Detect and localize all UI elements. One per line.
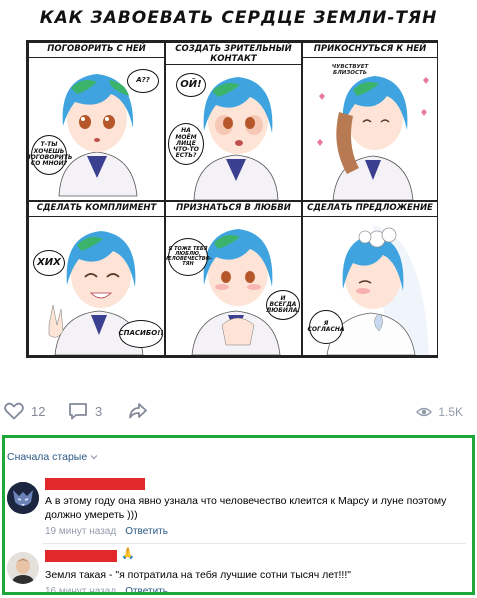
panel-talk: ПОГОВОРИТЬ С НЕЙ А?? Т-ТЫ ХОЧЕШЬ ПОГОВОР… xyxy=(28,42,165,201)
author-name-redacted[interactable] xyxy=(45,550,117,562)
panel-label: СОЗДАТЬ ЗРИТЕЛЬНЫЙ КОНТАКТ xyxy=(166,43,301,65)
comment-time[interactable]: 16 минут назад xyxy=(45,586,116,592)
sort-label: Сначала старые xyxy=(7,451,88,463)
post-actions-bar: 12 3 1.5K xyxy=(0,395,477,431)
speech-bubble: Я ТОЖЕ ТЕБЯ ЛЮБЛЮ, ЧЕЛОВЕЧЕСТВО-ТЯН xyxy=(166,238,212,276)
reply-button[interactable]: Ответить xyxy=(125,586,168,592)
panel-eye-contact: СОЗДАТЬ ЗРИТЕЛЬНЫЙ КОНТАКТ ОЙ! НА МОЁМ Л… xyxy=(165,42,302,201)
comment-bubble-icon xyxy=(69,403,87,420)
comment-text: Земля такая - "я потратила на тебя лучши… xyxy=(45,569,351,581)
praying-hands-emoji-icon: 🙏 xyxy=(121,548,135,560)
comment-divider xyxy=(43,543,466,544)
comic-title: КАК ЗАВОЕВАТЬ СЕРДЦЕ ЗЕМЛИ-ТЯН xyxy=(39,8,438,28)
like-button[interactable]: 12 xyxy=(4,402,45,420)
speech-bubble: СПАСИБО!! xyxy=(118,320,164,348)
comment-item: 🙏 Земля такая - "я потратила на тебя луч… xyxy=(5,546,472,592)
views-count: 1.5K xyxy=(438,405,463,419)
avatar[interactable] xyxy=(7,552,39,584)
reply-button[interactable]: Ответить xyxy=(125,526,168,537)
comments-section: Сначала старые А в этому году она явно у… xyxy=(2,435,475,595)
avatar[interactable] xyxy=(7,482,39,514)
share-button[interactable] xyxy=(128,402,148,420)
earth-chan-illustration xyxy=(317,76,429,200)
views-counter: 1.5K xyxy=(416,405,463,419)
speech-bubble: И ВСЕГДА ЛЮБИЛА. xyxy=(266,290,300,320)
heart-icon xyxy=(4,402,24,420)
comment-text: А в этому году она явно узнала что челов… xyxy=(45,495,447,521)
wolf-avatar-icon xyxy=(7,482,39,514)
speech-bubble: А?? xyxy=(127,69,159,93)
panel-touch: ПРИКОСНУТЬСЯ К НЕЙ ЧУВСТВУЕТ БЛИЗОСТЬ xyxy=(302,42,438,201)
comment-meta: 16 минут назад Ответить xyxy=(45,586,168,592)
comment-item: А в этому году она явно узнала что челов… xyxy=(5,472,472,537)
caption-text: ЧУВСТВУЕТ БЛИЗОСТЬ xyxy=(331,64,369,76)
comment-meta: 19 минут назад Ответить xyxy=(45,526,168,537)
like-count: 12 xyxy=(31,403,46,419)
sort-dropdown[interactable]: Сначала старые xyxy=(7,451,98,463)
author-name-redacted[interactable] xyxy=(45,478,145,490)
panel-compliment: СДЕЛАТЬ КОМПЛИМЕНТ ХИХ СПАСИБО!! xyxy=(28,201,165,356)
earth-chan-illustration xyxy=(191,229,281,355)
speech-bubble: Я СОГЛАСНА xyxy=(308,310,345,344)
comment-time[interactable]: 19 минут назад xyxy=(45,526,116,537)
comic-grid: ПОГОВОРИТЬ С НЕЙ А?? Т-ТЫ ХОЧЕШЬ ПОГОВОР… xyxy=(26,40,438,358)
chevron-down-icon xyxy=(90,455,98,460)
panel-confess: ПРИЗНАТЬСЯ В ЛЮБВИ Я ТОЖЕ ТЕБЯ ЛЮБЛЮ, ЧЕ… xyxy=(165,201,302,356)
speech-bubble: Т-ТЫ ХОЧЕШЬ ПОГОВОРИТЬ СО МНОЙ? xyxy=(29,135,72,175)
person-avatar-icon xyxy=(7,552,39,584)
share-arrow-icon xyxy=(129,403,147,419)
speech-bubble: НА МОЁМ ЛИЦЕ ЧТО-ТО ЕСТЬ? xyxy=(168,123,204,165)
panel-propose: СДЕЛАТЬ ПРЕДЛОЖЕНИЕ Я СОГЛАСНА xyxy=(302,201,438,356)
comment-count: 3 xyxy=(95,403,103,419)
speech-bubble: ХИХ xyxy=(33,250,65,276)
eye-icon xyxy=(416,407,433,417)
comment-button[interactable]: 3 xyxy=(68,402,102,420)
comic-image[interactable]: КАК ЗАВОЕВАТЬ СЕРДЦЕ ЗЕМЛИ-ТЯН ПОГОВОРИТ… xyxy=(0,0,477,378)
speech-bubble: ОЙ! xyxy=(176,73,206,97)
